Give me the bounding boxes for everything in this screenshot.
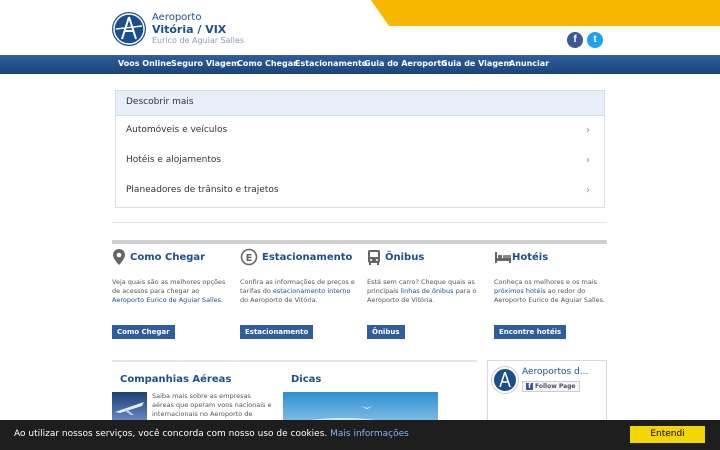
cookie-bar: Ao utilizar nossos serviços, você concor… bbox=[0, 420, 720, 450]
chevron-right-icon: › bbox=[586, 155, 590, 166]
discover-item-label: Hotéis e alojamentos bbox=[126, 155, 222, 165]
section-link[interactable]: linhas de ônibus bbox=[400, 287, 453, 295]
nav-voos-online[interactable]: Voos Online bbox=[118, 59, 171, 68]
section-title: Hotéis bbox=[512, 252, 549, 263]
onibus-button[interactable]: Ônibus bbox=[367, 325, 405, 339]
nav-estacionamento[interactable]: Estacionamento bbox=[295, 59, 367, 68]
section-text: Conheça os melhores e os mais próximos h… bbox=[494, 278, 606, 304]
twitter-icon[interactable]: t bbox=[587, 32, 603, 48]
follow-page-label: Follow Page bbox=[535, 383, 576, 390]
section-divider bbox=[112, 222, 607, 223]
nav-guia-do-aeroporto[interactable]: Guia do Aeroporto bbox=[364, 59, 447, 68]
section-text: Confira as informações de preços e tarif… bbox=[240, 278, 355, 304]
columns-top-bar bbox=[112, 240, 607, 244]
discover-item-label: Planeadores de trânsito e trajetos bbox=[126, 185, 279, 195]
section-text: Veja quais são as melhores opções de ace… bbox=[112, 278, 226, 304]
chevron-right-icon: › bbox=[586, 125, 590, 136]
cookie-more-info-link[interactable]: Mais informações bbox=[330, 429, 409, 439]
facebook-page-name[interactable]: Aeroportos d... bbox=[522, 367, 588, 377]
facebook-icon[interactable]: f bbox=[567, 32, 583, 48]
site-logo-text[interactable]: Aeroporto Vitória / VIX Eurico de Aguiar… bbox=[152, 12, 244, 46]
nav-anunciar[interactable]: Anunciar bbox=[509, 59, 549, 68]
section-link[interactable]: Aeroporto Eurico de Aguiar Salles bbox=[112, 296, 221, 304]
logo-line-2: Vitória / VIX bbox=[152, 23, 227, 36]
como-chegar-button[interactable]: Como Chegar bbox=[112, 325, 175, 339]
discover-more-title: Descobrir mais bbox=[116, 91, 604, 116]
section-title: Ônibus bbox=[385, 252, 425, 263]
airport-logo-icon[interactable] bbox=[112, 12, 146, 46]
discover-item-label: Automóveis e veículos bbox=[126, 125, 228, 135]
follow-page-button[interactable]: f Follow Page bbox=[522, 381, 580, 392]
header-decoration bbox=[390, 0, 720, 26]
nav-seguro-viagem[interactable]: Seguro Viagem bbox=[171, 59, 240, 68]
bus-icon bbox=[367, 248, 383, 266]
page: Aeroporto Vitória / VIX Eurico de Aguiar… bbox=[0, 0, 720, 450]
nav-como-chegar[interactable]: Como Chegar bbox=[237, 59, 297, 68]
section-link[interactable]: estacionamento interno bbox=[273, 287, 351, 295]
discover-more-box: Descobrir mais Automóveis e veículos › H… bbox=[115, 90, 605, 208]
discover-item-vehicles[interactable]: Automóveis e veículos › bbox=[116, 116, 604, 146]
cookie-message: Ao utilizar nossos serviços, você concor… bbox=[14, 429, 409, 439]
bed-icon bbox=[494, 248, 511, 266]
cookie-accept-button[interactable]: Entendi bbox=[630, 426, 705, 443]
airport-logo-icon[interactable] bbox=[492, 367, 518, 393]
chevron-right-icon: › bbox=[586, 185, 590, 196]
dicas-title[interactable]: Dicas bbox=[291, 374, 321, 385]
panel-top-line bbox=[112, 360, 477, 362]
main-nav: Voos Online Seguro Viagem Como Chegar Es… bbox=[0, 55, 720, 74]
estacionamento-button[interactable]: Estacionamento bbox=[240, 325, 314, 339]
map-pin-icon bbox=[112, 248, 128, 266]
companhias-aereas-title[interactable]: Companhias Aéreas bbox=[120, 374, 231, 385]
facebook-icon: f bbox=[526, 383, 533, 390]
section-title: Estacionamento bbox=[262, 252, 353, 263]
section-link[interactable]: próximos hotéis bbox=[494, 287, 546, 295]
airplane-image[interactable] bbox=[112, 392, 147, 422]
nav-guia-de-viagem[interactable]: Guia de Viagem bbox=[441, 59, 512, 68]
header: Aeroporto Vitória / VIX Eurico de Aguiar… bbox=[0, 0, 720, 55]
section-title: Como Chegar bbox=[130, 252, 206, 263]
logo-line-1: Aeroporto bbox=[152, 12, 202, 23]
discover-item-transit[interactable]: Planeadores de trânsito e trajetos › bbox=[116, 176, 604, 206]
discover-item-hotels[interactable]: Hotéis e alojamentos › bbox=[116, 146, 604, 176]
section-text: Está sem carro? Cheque quais as principa… bbox=[367, 278, 477, 304]
encontre-hoteis-button[interactable]: Encontre hotéis bbox=[494, 325, 567, 339]
parking-icon: E bbox=[240, 248, 258, 266]
svg-text:E: E bbox=[246, 253, 253, 264]
logo-line-3: Eurico de Aguiar Salles bbox=[152, 36, 245, 45]
